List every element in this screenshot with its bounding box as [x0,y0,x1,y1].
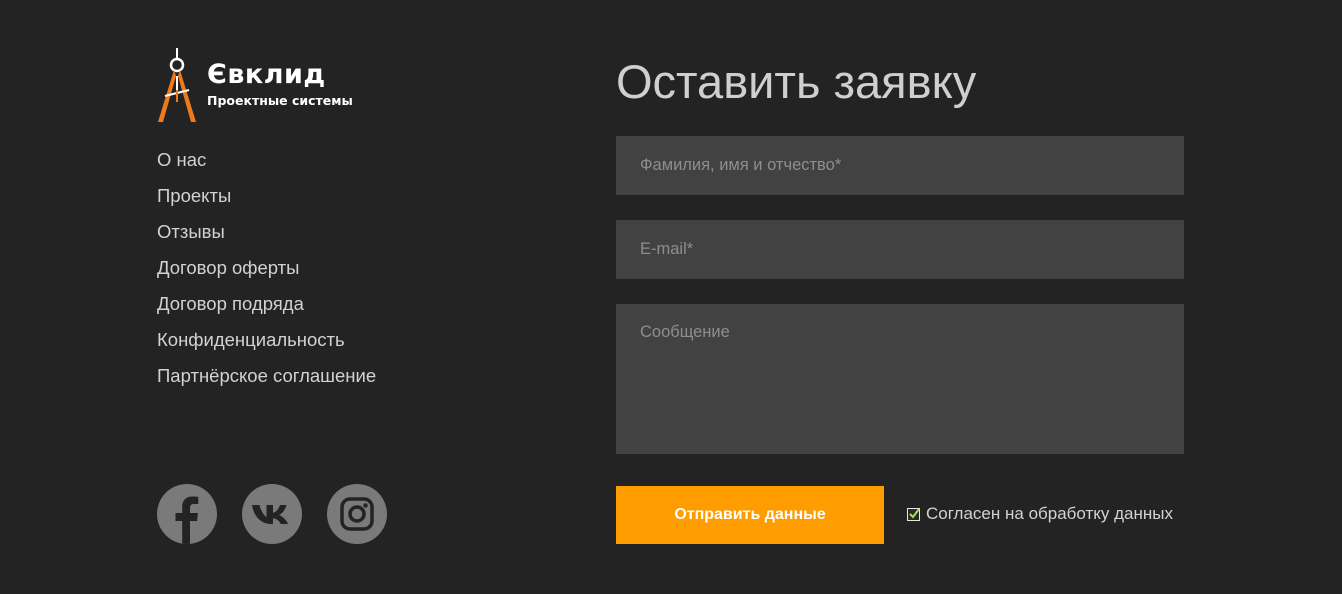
logo-title: Євклид [207,59,326,90]
consent-checkbox[interactable] [907,507,920,521]
vk-icon [252,505,288,524]
logo-subtitle: Проектные системы [207,93,353,108]
instagram-icon [340,497,374,531]
consent-row[interactable]: Согласен на обработку данных [907,504,1173,524]
nav-item-contract[interactable]: Договор подряда [157,290,376,326]
facebook-button[interactable] [157,484,217,544]
message-textarea[interactable] [616,304,1184,454]
form-title: Оставить заявку [616,55,977,108]
consent-label: Согласен на обработку данных [926,504,1173,523]
submit-button[interactable]: Отправить данные [616,486,884,544]
full-name-input[interactable] [616,136,1184,195]
social-links [157,484,387,544]
nav-item-projects[interactable]: Проекты [157,182,376,218]
nav-item-about[interactable]: О нас [157,146,376,182]
vk-button[interactable] [242,484,302,544]
nav-item-partnership[interactable]: Партнёрское соглашение [157,362,376,398]
instagram-button[interactable] [327,484,387,544]
logo[interactable]: Євклид Проектные системы [155,46,395,126]
facebook-icon [175,496,199,544]
nav-item-reviews[interactable]: Отзывы [157,218,376,254]
nav-item-offer-agreement[interactable]: Договор оферты [157,254,376,290]
checkmark-icon [909,507,920,519]
compass-icon [158,48,196,122]
email-input[interactable] [616,220,1184,279]
nav-item-privacy[interactable]: Конфиденциальность [157,326,376,362]
footer-nav: О нас Проекты Отзывы Договор оферты Дого… [157,146,376,398]
